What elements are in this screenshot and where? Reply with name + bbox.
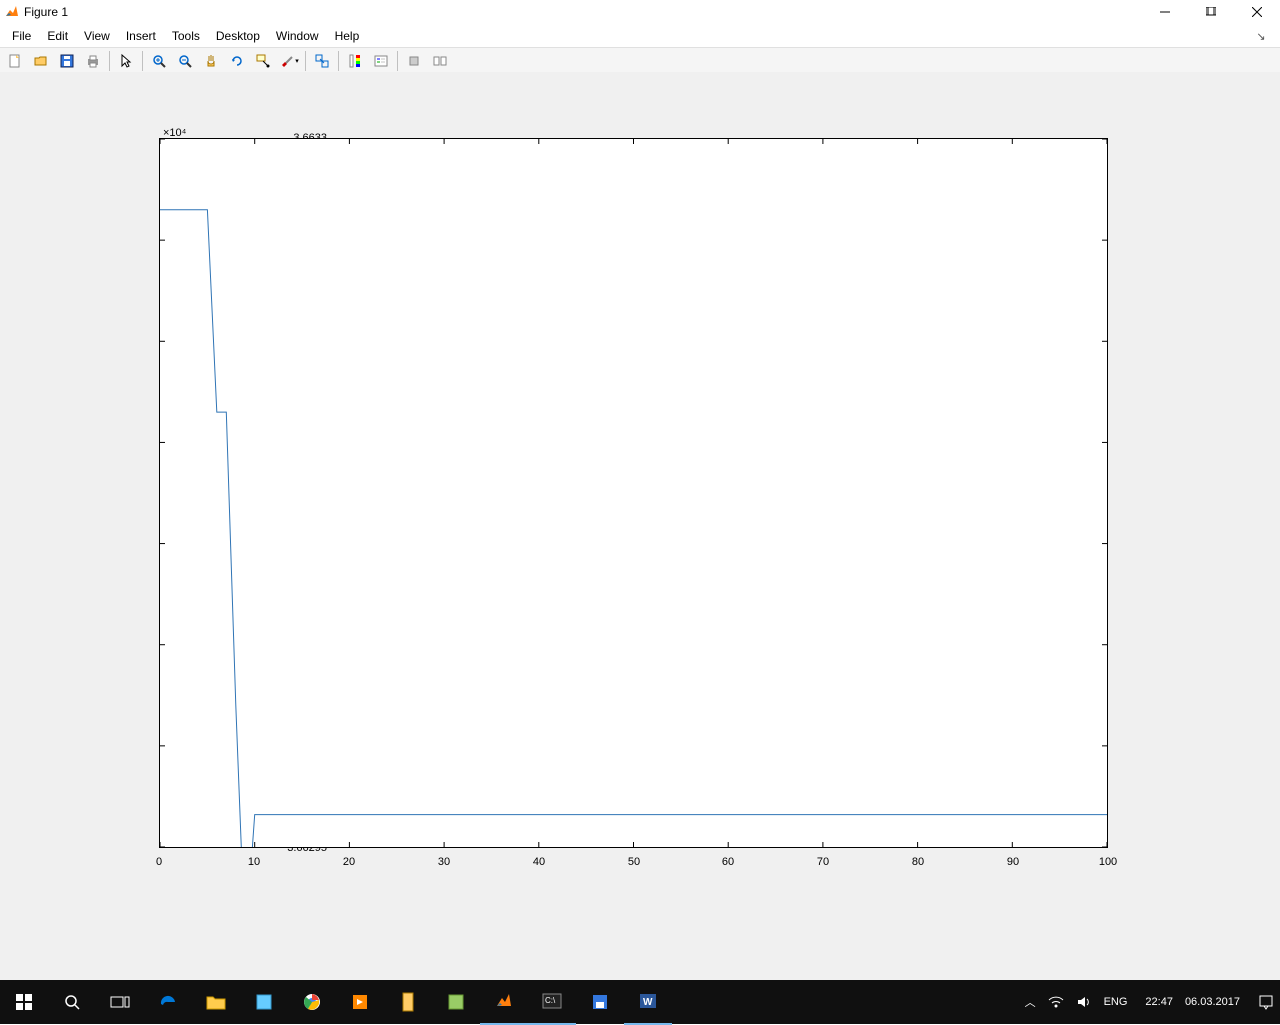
toolbar-separator <box>338 51 339 71</box>
colorbar-icon[interactable] <box>343 49 367 73</box>
menu-file[interactable]: File <box>4 27 39 45</box>
zoom-out-icon[interactable] <box>173 49 197 73</box>
word-icon[interactable]: W <box>624 979 672 1025</box>
x-tick-label: 10 <box>248 856 260 868</box>
figure-toolbar: ▾ <box>0 48 1280 75</box>
menu-edit[interactable]: Edit <box>39 27 76 45</box>
toolbar-separator <box>142 51 143 71</box>
window-title: Figure 1 <box>24 5 68 19</box>
wifi-icon[interactable] <box>1042 980 1070 1024</box>
x-tick-label: 0 <box>156 856 162 868</box>
svg-text:C:\: C:\ <box>545 996 556 1005</box>
dock-icon[interactable]: ↘ <box>1246 27 1276 45</box>
app-icon-1[interactable] <box>240 980 288 1024</box>
line-plot <box>160 139 1107 847</box>
menu-view[interactable]: View <box>76 27 118 45</box>
matlab-logo-icon <box>4 4 20 20</box>
brush-icon[interactable]: ▾ <box>277 49 301 73</box>
print-icon[interactable] <box>81 49 105 73</box>
start-button[interactable] <box>0 980 48 1024</box>
x-tick-label: 100 <box>1099 856 1117 868</box>
maximize-button[interactable] <box>1188 0 1234 24</box>
x-tick-label: 30 <box>438 856 450 868</box>
app-icon-5[interactable] <box>576 980 624 1024</box>
toolbar-separator <box>397 51 398 71</box>
menu-desktop[interactable]: Desktop <box>208 27 268 45</box>
hide-plottools-icon[interactable] <box>402 49 426 73</box>
pan-icon[interactable] <box>199 49 223 73</box>
open-icon[interactable] <box>29 49 53 73</box>
chrome-icon[interactable] <box>288 980 336 1024</box>
taskview-icon[interactable] <box>96 980 144 1024</box>
menu-window[interactable]: Window <box>268 27 327 45</box>
toolbar-separator <box>305 51 306 71</box>
close-button[interactable] <box>1234 0 1280 24</box>
x-tick-label: 40 <box>533 856 545 868</box>
volume-icon[interactable] <box>1070 980 1098 1024</box>
show-plottools-icon[interactable] <box>428 49 452 73</box>
axes[interactable] <box>159 138 1108 848</box>
link-icon[interactable] <box>310 49 334 73</box>
x-tick-label: 60 <box>722 856 734 868</box>
x-tick-label: 20 <box>343 856 355 868</box>
clock-time: 22:47 <box>1139 980 1179 1024</box>
app-icon-4[interactable] <box>432 980 480 1024</box>
datacursor-icon[interactable] <box>251 49 275 73</box>
rotate-icon[interactable] <box>225 49 249 73</box>
x-tick-label: 80 <box>912 856 924 868</box>
legend-icon[interactable] <box>369 49 393 73</box>
menu-tools[interactable]: Tools <box>164 27 208 45</box>
figure-canvas[interactable]: ×10⁴ 3.66295 3.663 3.66305 3.6631 3.6631… <box>0 72 1280 980</box>
windows-taskbar: C:\ W ︿ ENG 22:47 06.03.2017 <box>0 980 1280 1024</box>
svg-text:W: W <box>643 997 653 1008</box>
tray-chevron-icon[interactable]: ︿ <box>1019 980 1042 1024</box>
menu-bar: File Edit View Insert Tools Desktop Wind… <box>0 25 1280 48</box>
clock-date: 06.03.2017 <box>1179 980 1246 1024</box>
toolbar-separator <box>109 51 110 71</box>
minimize-button[interactable] <box>1142 0 1188 24</box>
menu-insert[interactable]: Insert <box>118 27 164 45</box>
edge-icon[interactable] <box>144 980 192 1024</box>
explorer-icon[interactable] <box>192 980 240 1024</box>
app-icon-3[interactable] <box>384 980 432 1024</box>
language-indicator[interactable]: ENG <box>1098 980 1134 1024</box>
menu-help[interactable]: Help <box>327 27 368 45</box>
clock[interactable]: 22:47 06.03.2017 <box>1133 980 1252 1024</box>
zoom-in-icon[interactable] <box>147 49 171 73</box>
x-tick-label: 70 <box>817 856 829 868</box>
title-bar: Figure 1 <box>0 0 1280 25</box>
matlab-taskbar-icon[interactable] <box>480 979 528 1025</box>
new-icon[interactable] <box>3 49 27 73</box>
cmd-icon[interactable]: C:\ <box>528 979 576 1025</box>
pointer-icon[interactable] <box>114 49 138 73</box>
save-icon[interactable] <box>55 49 79 73</box>
system-tray: ︿ ENG 22:47 06.03.2017 <box>1019 980 1280 1024</box>
notifications-icon[interactable] <box>1252 980 1280 1024</box>
x-tick-label: 50 <box>628 856 640 868</box>
app-icon-2[interactable] <box>336 980 384 1024</box>
search-icon[interactable] <box>48 980 96 1024</box>
x-tick-label: 90 <box>1007 856 1019 868</box>
